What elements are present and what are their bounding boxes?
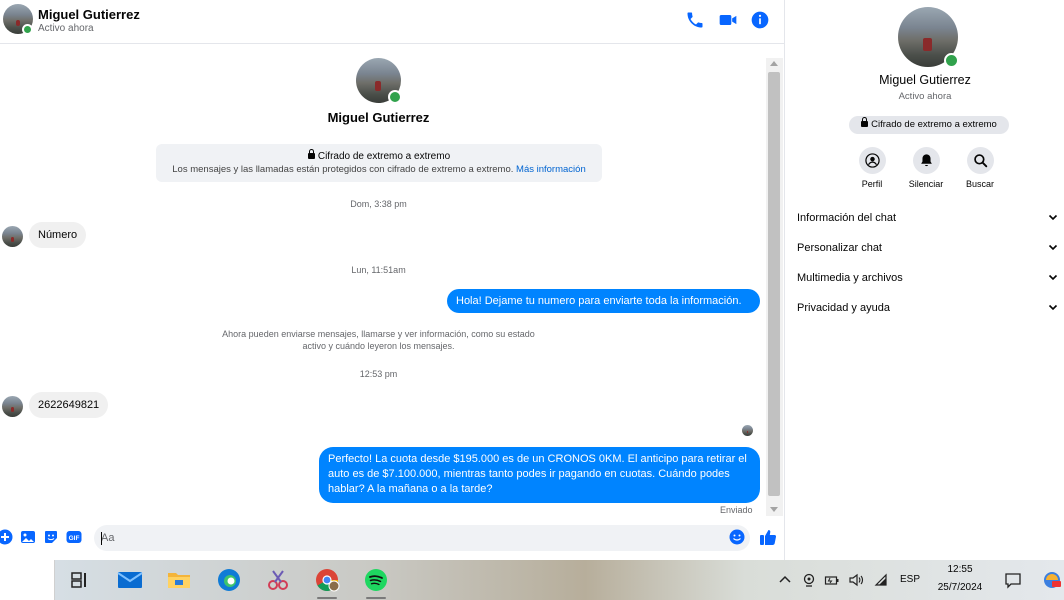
copilot-icon[interactable] bbox=[1042, 570, 1062, 590]
e2e-notice: Cifrado de extremo a extremo Los mensaje… bbox=[156, 144, 602, 182]
chevron-down-icon bbox=[1048, 244, 1058, 251]
lock-icon bbox=[861, 117, 869, 127]
gif-icon[interactable]: GIF bbox=[66, 529, 82, 545]
profile-button-label: Perfil bbox=[861, 179, 883, 189]
info-icon[interactable] bbox=[750, 10, 770, 30]
section-chat-info[interactable]: Información del chat bbox=[797, 207, 1059, 231]
photo-icon[interactable] bbox=[20, 529, 36, 545]
lock-icon bbox=[307, 149, 315, 159]
svg-text:GIF: GIF bbox=[69, 535, 80, 542]
notification-icon[interactable] bbox=[1004, 571, 1022, 589]
battery-icon[interactable] bbox=[824, 572, 840, 588]
timestamp: 12:53 pm bbox=[359, 369, 398, 379]
e2e-chip[interactable]: Cifrado de extremo a extremo bbox=[849, 116, 1009, 134]
emoji-icon[interactable] bbox=[729, 529, 745, 545]
mute-button[interactable]: Silenciar bbox=[898, 147, 954, 189]
timestamp: Lun, 11:51am bbox=[351, 265, 406, 275]
section-media-files[interactable]: Multimedia y archivos bbox=[797, 267, 1059, 291]
contact-status: Activo ahora bbox=[38, 23, 94, 34]
search-button-label: Buscar bbox=[965, 179, 994, 189]
clock-time[interactable]: 12:55 bbox=[930, 564, 990, 575]
edge-icon[interactable] bbox=[215, 566, 243, 594]
search-button[interactable]: Buscar bbox=[952, 147, 1008, 189]
online-indicator bbox=[388, 90, 402, 104]
conversation-details-panel: Miguel Gutierrez Activo ahora Cifrado de… bbox=[784, 0, 1064, 560]
chevron-up-icon[interactable] bbox=[777, 572, 793, 588]
online-indicator bbox=[22, 24, 33, 35]
file-explorer-icon[interactable] bbox=[165, 566, 193, 594]
active-app-indicator bbox=[317, 597, 337, 599]
chat-header: Miguel Gutierrez Activo ahora bbox=[0, 0, 784, 44]
sender-avatar[interactable] bbox=[2, 396, 23, 417]
section-label: Multimedia y archivos bbox=[797, 272, 903, 284]
webcam-icon[interactable] bbox=[801, 572, 817, 588]
section-privacy-help[interactable]: Privacidad y ayuda bbox=[797, 297, 1059, 321]
sender-avatar[interactable] bbox=[2, 226, 23, 247]
message-input[interactable] bbox=[94, 525, 750, 551]
seen-indicator-avatar bbox=[742, 425, 753, 436]
spotify-icon[interactable] bbox=[362, 566, 390, 594]
phone-icon[interactable] bbox=[685, 10, 705, 30]
timestamp: Dom, 3:38 pm bbox=[350, 199, 407, 209]
delivery-status: Enviado bbox=[720, 505, 753, 515]
scrollbar-thumb[interactable] bbox=[768, 72, 780, 496]
plus-icon[interactable] bbox=[0, 529, 13, 545]
incoming-message[interactable]: Número bbox=[29, 222, 87, 248]
profile-button[interactable]: Perfil bbox=[844, 147, 900, 189]
contact-name[interactable]: Miguel Gutierrez bbox=[38, 7, 140, 22]
online-indicator bbox=[944, 53, 959, 68]
outgoing-message[interactable]: Hola! Dejame tu numero para enviarte tod… bbox=[447, 289, 760, 313]
scroll-up-arrow[interactable] bbox=[770, 61, 778, 66]
text-caret bbox=[101, 532, 102, 545]
details-contact-name: Miguel Gutierrez bbox=[879, 73, 971, 87]
section-label: Personalizar chat bbox=[797, 242, 882, 254]
task-view-icon[interactable] bbox=[66, 566, 94, 594]
system-notice-line: Ahora pueden enviarse mensajes, llamarse… bbox=[222, 329, 535, 339]
e2e-chip-label: Cifrado de extremo a extremo bbox=[871, 119, 997, 130]
snipping-tool-icon[interactable] bbox=[264, 566, 292, 594]
profile-name: Miguel Gutierrez bbox=[327, 110, 430, 125]
volume-icon[interactable] bbox=[848, 572, 864, 588]
message-list[interactable]: Miguel Gutierrez Cifrado de extremo a ex… bbox=[0, 44, 766, 516]
more-info-link[interactable]: Más información bbox=[516, 164, 586, 175]
composer: GIF bbox=[0, 516, 784, 560]
chevron-down-icon bbox=[1048, 304, 1058, 311]
message-scrollbar[interactable] bbox=[766, 58, 783, 516]
e2e-title: Cifrado de extremo a extremo bbox=[317, 151, 451, 162]
taskbar: ESP 12:55 25/7/2024 bbox=[0, 560, 1064, 600]
section-customize-chat[interactable]: Personalizar chat bbox=[797, 237, 1059, 261]
mute-button-label: Silenciar bbox=[908, 179, 944, 189]
section-label: Privacidad y ayuda bbox=[797, 302, 890, 314]
video-call-icon[interactable] bbox=[718, 10, 738, 30]
scroll-down-arrow[interactable] bbox=[770, 507, 778, 512]
chrome-icon[interactable] bbox=[313, 566, 341, 594]
sticker-icon[interactable] bbox=[43, 529, 59, 545]
active-app-indicator bbox=[366, 597, 386, 599]
like-thumb-icon[interactable] bbox=[759, 528, 777, 546]
outgoing-message[interactable]: Perfecto! La cuota desde $195.000 es de … bbox=[319, 447, 760, 503]
chevron-down-icon bbox=[1048, 214, 1058, 221]
details-contact-status: Activo ahora bbox=[898, 91, 952, 102]
clock-date[interactable]: 25/7/2024 bbox=[930, 582, 990, 593]
input-language[interactable]: ESP bbox=[900, 574, 920, 585]
search-icon bbox=[973, 154, 987, 168]
bell-icon bbox=[920, 154, 932, 167]
taskbar-search-box[interactable] bbox=[0, 560, 55, 600]
wifi-icon[interactable] bbox=[873, 572, 889, 588]
mail-icon[interactable] bbox=[116, 566, 144, 594]
chevron-down-icon bbox=[1048, 274, 1058, 281]
system-notice: Ahora pueden enviarse mensajes, llamarse… bbox=[200, 328, 557, 352]
profile-icon bbox=[864, 153, 880, 168]
section-label: Información del chat bbox=[797, 212, 897, 224]
incoming-message[interactable]: 2622649821 bbox=[29, 392, 109, 418]
system-notice-line: activo y cuándo leyeron los mensajes. bbox=[302, 341, 455, 351]
e2e-description: Los mensajes y las llamadas están proteg… bbox=[172, 164, 514, 175]
